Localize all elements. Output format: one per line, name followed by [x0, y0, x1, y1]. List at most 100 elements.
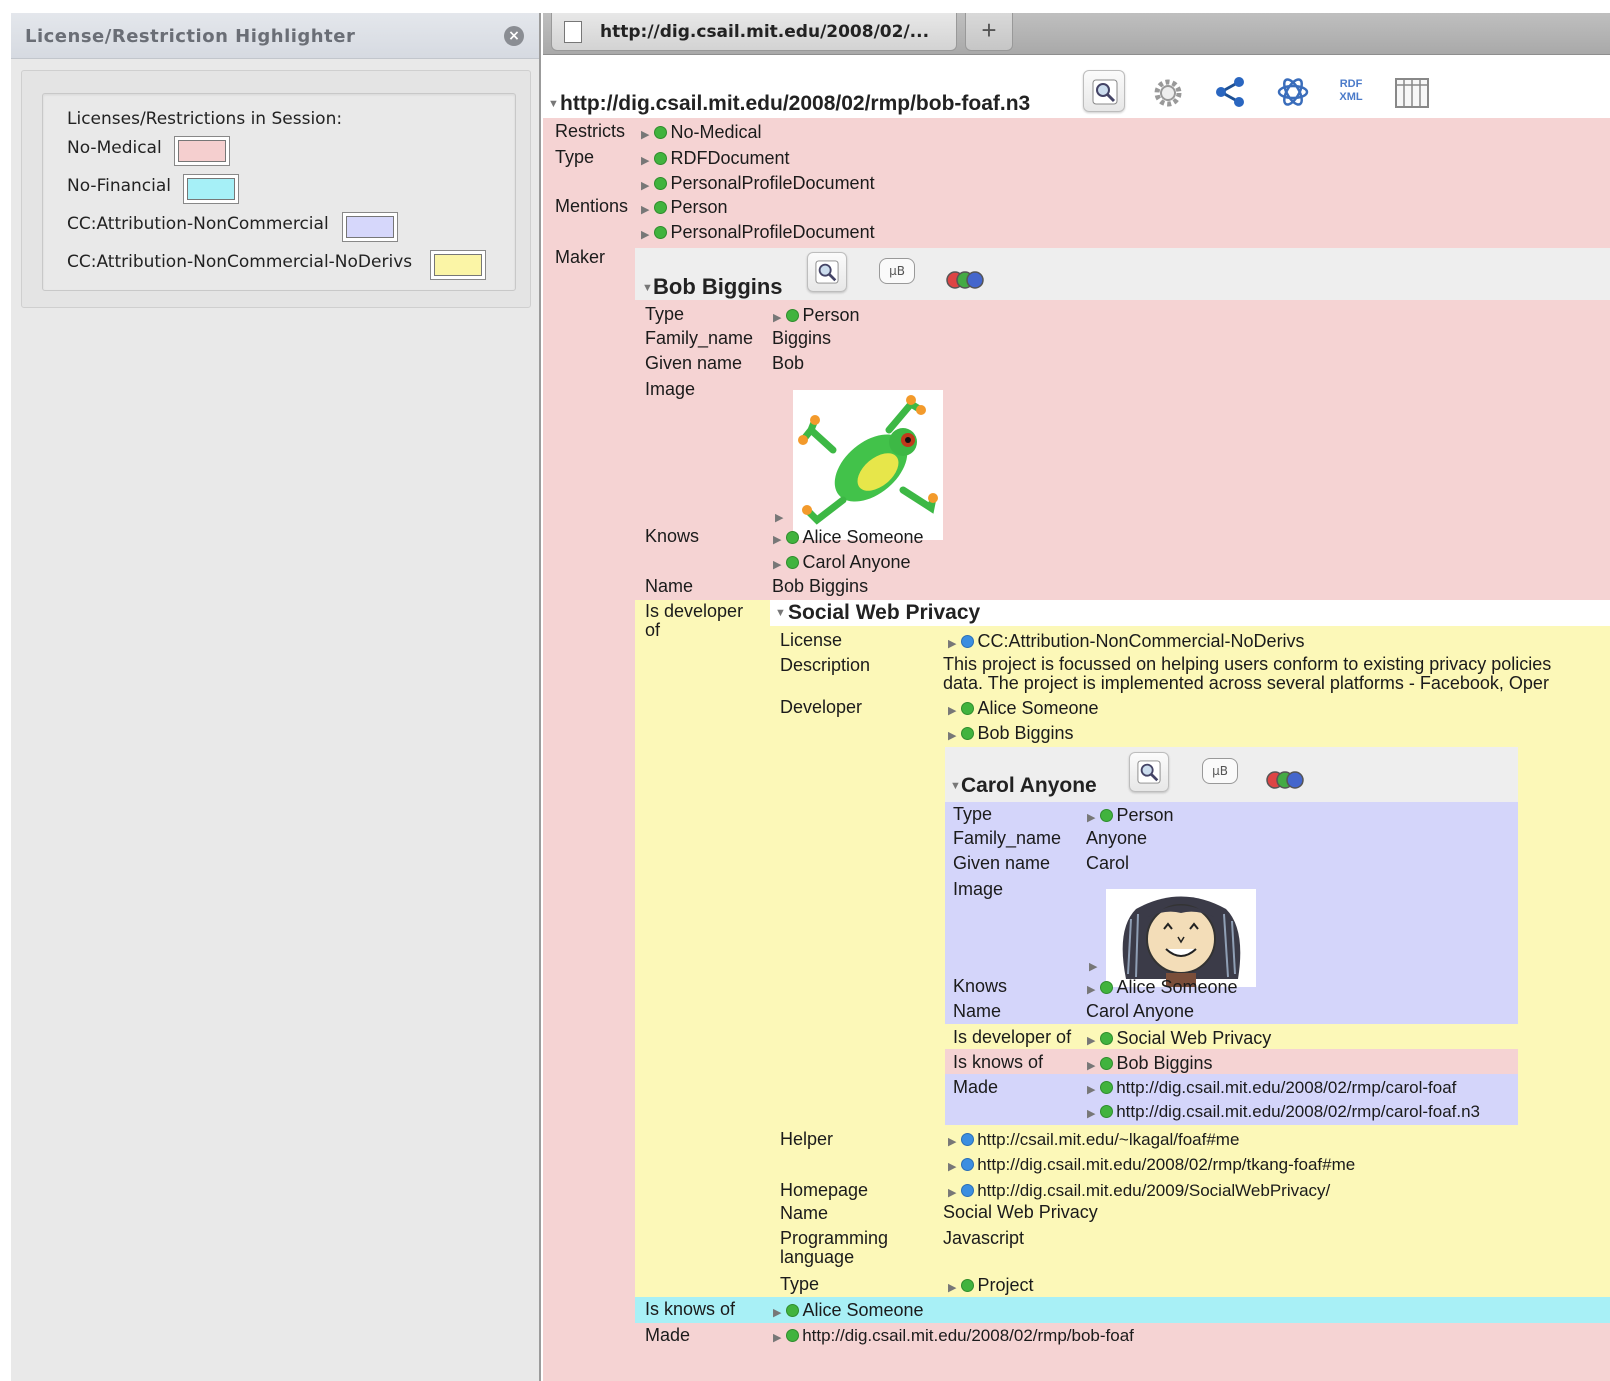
tab-current[interactable]: http://dig.csail.mit.edu/2008/02/... — [551, 13, 957, 51]
bob-image-label: Image — [645, 379, 696, 399]
project-type-label: Type — [780, 1274, 820, 1294]
carol-made-value-2[interactable]: ▶ http://dig.csail.mit.edu/2008/02/rmp/c… — [1087, 1102, 1480, 1122]
microblog-icon[interactable]: µB — [1202, 758, 1238, 784]
license-swatch-no-financial[interactable] — [183, 174, 239, 204]
carol-collapse-triangle[interactable]: ▼ — [950, 780, 961, 792]
project-name-value: Social Web Privacy — [943, 1202, 1098, 1222]
document-url[interactable]: http://dig.csail.mit.edu/2008/02/rmp/bob… — [560, 92, 1030, 116]
bob-title[interactable]: Bob Biggins — [653, 274, 783, 300]
carol-knows-label: Knows — [953, 976, 1008, 996]
carol-given-label: Given name — [953, 853, 1051, 873]
bob-developer-label: Is developer of — [645, 601, 744, 640]
bob-made-value[interactable]: ▶ http://dig.csail.mit.edu/2008/02/rmp/b… — [773, 1326, 1134, 1346]
bob-family-label: Family_name — [645, 328, 754, 348]
license-highlighter-sidebar: License/Restriction Highlighter × Licens… — [11, 13, 541, 1381]
bob-given-label: Given name — [645, 353, 743, 373]
license-list-heading: Licenses/Restrictions in Session: — [67, 109, 343, 129]
project-description-line1: This project is focussed on helping user… — [943, 654, 1552, 674]
project-type-value[interactable]: ▶ Project — [948, 1275, 1034, 1296]
bob-collapse-triangle[interactable]: ▼ — [642, 282, 653, 294]
table-view-icon[interactable] — [1395, 78, 1429, 108]
project-homepage-value[interactable]: ▶ http://dig.csail.mit.edu/2009/SocialWe… — [948, 1181, 1330, 1201]
carol-knowsof-value[interactable]: ▶ Bob Biggins — [1087, 1053, 1213, 1074]
project-developer-bob[interactable]: ▶ Bob Biggins — [948, 723, 1074, 744]
restricts-value[interactable]: ▶ No-Medical — [641, 122, 762, 143]
project-license-value[interactable]: ▶ CC:Attribution-NonCommercial-NoDerivs — [948, 631, 1305, 652]
carol-developer-label: Is developer of — [953, 1027, 1072, 1047]
mentions-value-1[interactable]: ▶ Person — [641, 197, 728, 218]
carol-family-value: Anyone — [1086, 828, 1148, 848]
carol-image-label: Image — [953, 879, 1004, 899]
sidebar-header: License/Restriction Highlighter × — [11, 13, 539, 59]
bob-family-value: Biggins — [772, 328, 832, 348]
project-developer-alice[interactable]: ▶ Alice Someone — [948, 698, 1099, 719]
carol-type-value[interactable]: ▶ Person — [1087, 805, 1174, 826]
collapse-triangle[interactable]: ▼ — [548, 98, 559, 110]
carol-knows-alice[interactable]: ▶ Alice Someone — [1087, 977, 1238, 998]
carol-type-label: Type — [953, 804, 993, 824]
project-license-label: License — [780, 630, 843, 650]
project-developer-label: Developer — [780, 697, 863, 717]
maker-label: Maker — [555, 247, 606, 267]
image-expand-triangle[interactable]: ▶ — [775, 511, 783, 524]
type-value-1[interactable]: ▶ RDFDocument — [641, 148, 790, 169]
project-collapse-triangle[interactable]: ▼ — [775, 607, 786, 619]
bob-knows-alice[interactable]: ▶ Alice Someone — [773, 527, 924, 548]
bob-knowsof-label: Is knows of — [645, 1299, 736, 1319]
carol-developer-value[interactable]: ▶ Social Web Privacy — [1087, 1028, 1271, 1049]
carol-made-value-1[interactable]: ▶ http://dig.csail.mit.edu/2008/02/rmp/c… — [1087, 1078, 1456, 1098]
bob-knowsof-value[interactable]: ▶ Alice Someone — [773, 1300, 924, 1321]
magnifier-button[interactable] — [1083, 70, 1125, 112]
rdf-xml-icon[interactable]: RDF XML — [1338, 78, 1364, 108]
carol-family-label: Family_name — [953, 828, 1062, 848]
mentions-label: Mentions — [555, 196, 629, 216]
project-helper-1[interactable]: ▶ http://csail.mit.edu/~lkagal/foaf#me — [948, 1130, 1239, 1150]
bob-made-label: Made — [645, 1325, 691, 1345]
carol-magnifier-button[interactable] — [1129, 752, 1169, 792]
license-swatch-no-medical[interactable] — [174, 136, 230, 166]
sidebar-panel: Licenses/Restrictions in Session: No-Med… — [21, 70, 531, 308]
bob-knows-carol[interactable]: ▶ Carol Anyone — [773, 552, 911, 573]
project-description-label: Description — [780, 655, 871, 675]
mentions-value-2[interactable]: ▶ PersonalProfileDocument — [641, 222, 875, 243]
bob-frog-image — [793, 390, 943, 540]
bob-magnifier-button[interactable] — [807, 252, 847, 292]
tabulator-view: ▼ http://dig.csail.mit.edu/2008/02/rmp/b… — [543, 56, 1610, 1381]
bob-type-label: Type — [645, 304, 685, 324]
social-circles-icon[interactable] — [1265, 768, 1305, 792]
close-icon[interactable]: × — [504, 26, 524, 46]
carol-cartoon-image — [1106, 889, 1256, 987]
project-helper-label: Helper — [780, 1129, 834, 1149]
project-language-value: Javascript — [943, 1228, 1025, 1248]
atom-icon[interactable] — [1275, 74, 1311, 110]
license-list: Licenses/Restrictions in Session: No-Med… — [42, 93, 516, 291]
carol-made-label: Made — [953, 1077, 999, 1097]
license-swatch-cc-nc-nd[interactable] — [430, 250, 486, 280]
sidebar-title: License/Restriction Highlighter — [25, 26, 356, 47]
social-circles-icon[interactable] — [945, 268, 985, 292]
type-value-2[interactable]: ▶ PersonalProfileDocument — [641, 173, 875, 194]
new-tab-button[interactable]: + — [965, 13, 1013, 51]
project-description-line2: data. The project is implemented across … — [943, 673, 1549, 693]
carol-image-expand-triangle[interactable]: ▶ — [1089, 960, 1097, 973]
carol-name-label: Name — [953, 1001, 1002, 1021]
tab-bar: http://dig.csail.mit.edu/2008/02/... + — [543, 13, 1610, 55]
microblog-icon[interactable]: µB — [879, 258, 915, 284]
carol-title[interactable]: Carol Anyone — [961, 774, 1097, 798]
bob-name-label: Name — [645, 576, 694, 596]
magnifier-icon — [1137, 760, 1161, 784]
gear-icon[interactable] — [1151, 76, 1185, 110]
license-label-cc-nc: CC:Attribution-NonCommercial — [67, 214, 329, 234]
carol-knowsof-label: Is knows of — [953, 1052, 1044, 1072]
type-label: Type — [555, 147, 595, 167]
license-swatch-cc-nc[interactable] — [342, 212, 398, 242]
project-helper-2[interactable]: ▶ http://dig.csail.mit.edu/2008/02/rmp/t… — [948, 1155, 1355, 1175]
project-title[interactable]: Social Web Privacy — [788, 601, 980, 625]
tab-label: http://dig.csail.mit.edu/2008/02/... — [600, 22, 930, 42]
bob-type-value[interactable]: ▶ Person — [773, 305, 860, 326]
page-icon — [564, 21, 582, 43]
carol-given-value: Carol — [1086, 853, 1130, 873]
bob-name-value: Bob Biggins — [772, 576, 869, 596]
share-graph-icon[interactable] — [1213, 74, 1249, 110]
project-name-label: Name — [780, 1203, 829, 1223]
